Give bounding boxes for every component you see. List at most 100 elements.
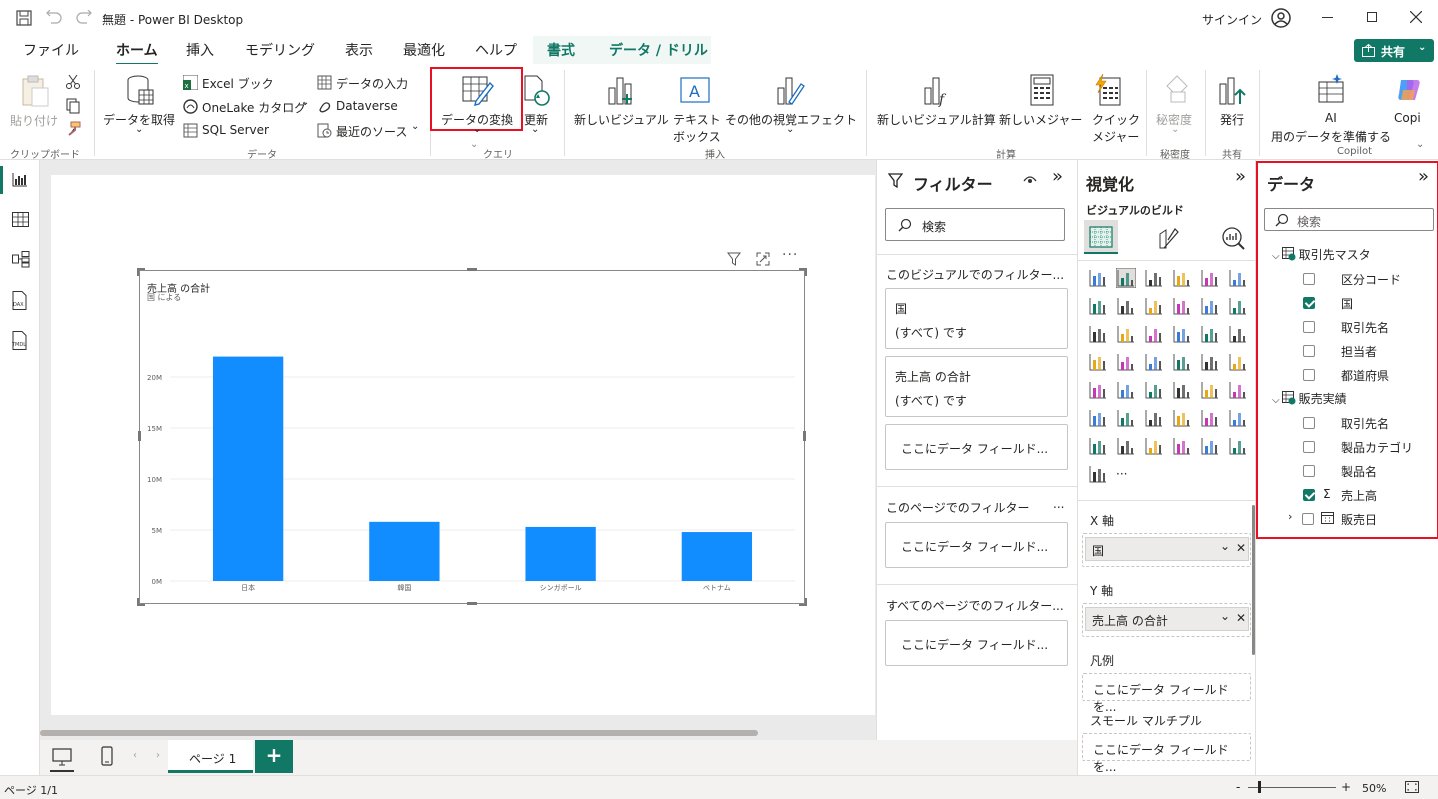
- resize-handle[interactable]: [467, 602, 477, 605]
- excel-workbook-button[interactable]: Excel ブック: [202, 75, 274, 92]
- all-pages-filter-drop-zone[interactable]: ここにデータ フィールド...: [885, 620, 1068, 666]
- visual-type-icon[interactable]: [1172, 268, 1192, 288]
- visual-type-icon[interactable]: [1200, 268, 1220, 288]
- visual-type-icon[interactable]: [1144, 352, 1164, 372]
- fit-to-page-icon[interactable]: [1405, 781, 1419, 793]
- focus-mode-icon[interactable]: [756, 252, 770, 266]
- field-checkbox[interactable]: [1303, 417, 1315, 429]
- cut-icon[interactable]: [65, 74, 81, 90]
- field-item[interactable]: 製品名: [1256, 462, 1436, 482]
- collapse-pane-icon[interactable]: »: [1235, 166, 1246, 187]
- more-visuals-icon[interactable]: ···: [1116, 464, 1136, 484]
- copilot-icon[interactable]: [1395, 76, 1423, 104]
- quick-measure-label-2[interactable]: メジャー: [1092, 128, 1139, 145]
- field-checkbox[interactable]: [1303, 321, 1315, 333]
- visual-type-icon[interactable]: [1088, 408, 1108, 428]
- user-avatar-icon[interactable]: [1271, 8, 1291, 28]
- visual-type-icon[interactable]: [1088, 324, 1108, 344]
- resize-handle[interactable]: [138, 431, 141, 441]
- analytics-icon[interactable]: [1221, 226, 1245, 250]
- table-node[interactable]: ⌵ 販売実績: [1272, 390, 1347, 407]
- share-button[interactable]: 共有 ⌄: [1354, 39, 1434, 62]
- visual-type-icon[interactable]: [1088, 296, 1108, 316]
- visual-type-icon[interactable]: [1144, 436, 1164, 456]
- undo-icon[interactable]: [46, 10, 62, 26]
- field-checkbox[interactable]: [1303, 489, 1315, 501]
- field-item[interactable]: Σ 売上高: [1256, 486, 1436, 506]
- visual-type-icon[interactable]: [1228, 324, 1248, 344]
- chevron-down-icon[interactable]: ⌵: [1272, 251, 1280, 262]
- recent-sources-button[interactable]: 最近のソース: [336, 123, 407, 140]
- visual-type-icon[interactable]: [1116, 408, 1136, 428]
- field-checkbox[interactable]: [1303, 441, 1315, 453]
- field-item[interactable]: 国: [1256, 294, 1436, 314]
- visual-type-icon[interactable]: [1115, 267, 1137, 289]
- zoom-slider[interactable]: [1248, 787, 1336, 788]
- chevron-down-icon[interactable]: ⌄: [1220, 539, 1230, 553]
- format-painter-icon[interactable]: [65, 121, 81, 137]
- zoom-slider-thumb[interactable]: [1258, 781, 1261, 793]
- new-visual-calc-button[interactable]: 新しいビジュアル計算: [877, 111, 996, 128]
- field-checkbox[interactable]: [1303, 297, 1315, 309]
- filters-search-input[interactable]: 検索: [885, 208, 1065, 241]
- table-node[interactable]: ⌵ 取引先マスタ: [1272, 246, 1371, 263]
- field-item[interactable]: 担当者: [1256, 342, 1436, 362]
- close-icon[interactable]: [1410, 11, 1422, 23]
- page-tab[interactable]: ページ 1: [168, 740, 253, 773]
- mobile-layout-icon[interactable]: [101, 746, 113, 766]
- visual-type-icon[interactable]: [1200, 324, 1220, 344]
- visual-type-icon[interactable]: [1116, 296, 1136, 316]
- y-axis-well[interactable]: 売上高 の合計 ⌄ ✕: [1082, 603, 1251, 637]
- y-axis-field-pill[interactable]: 売上高 の合計 ⌄ ✕: [1085, 607, 1249, 631]
- visual-type-icon[interactable]: [1088, 352, 1108, 372]
- tab-data-drill[interactable]: データ / ドリル: [609, 40, 708, 60]
- visual-type-icon[interactable]: [1116, 380, 1136, 400]
- collapse-pane-icon[interactable]: »: [1052, 166, 1063, 187]
- model-view-icon[interactable]: [12, 251, 30, 268]
- resize-handle[interactable]: [137, 268, 145, 276]
- visual-type-icon[interactable]: [1116, 352, 1136, 372]
- prev-page-icon[interactable]: ‹: [133, 750, 137, 761]
- new-visual-button[interactable]: 新しいビジュアル: [574, 111, 669, 128]
- new-visual-icon[interactable]: [606, 74, 636, 108]
- visual-type-icon[interactable]: [1172, 324, 1192, 344]
- visual-type-icon[interactable]: [1144, 324, 1164, 344]
- copy-icon[interactable]: [65, 98, 81, 114]
- field-checkbox[interactable]: [1303, 345, 1315, 357]
- visual-type-icon[interactable]: [1088, 268, 1108, 288]
- eye-icon[interactable]: [1023, 174, 1037, 186]
- visual-type-icon[interactable]: [1200, 296, 1220, 316]
- textbox-label-1[interactable]: テキスト: [673, 111, 721, 128]
- filter-card-sales[interactable]: 売上高 の合計 (すべて) です: [885, 356, 1068, 417]
- refresh-icon[interactable]: [522, 74, 552, 108]
- chevron-down-icon[interactable]: ⌄: [1220, 609, 1230, 623]
- format-visual-icon[interactable]: [1156, 226, 1180, 250]
- visual-type-icon[interactable]: [1228, 436, 1248, 456]
- visual-type-icon[interactable]: [1088, 464, 1108, 484]
- tab-modeling[interactable]: モデリング: [245, 40, 315, 60]
- x-axis-field-pill[interactable]: 国 ⌄ ✕: [1085, 537, 1249, 561]
- add-page-button[interactable]: +: [255, 740, 293, 773]
- dataverse-button[interactable]: Dataverse: [336, 99, 398, 113]
- field-checkbox[interactable]: [1303, 273, 1315, 285]
- visual-type-icon[interactable]: [1172, 436, 1192, 456]
- bar-chart-visual[interactable]: 売上高 の合計 国 による 0M 5M 10M 15M 20M 日本 韓国 シンガポール ベトナ…: [139, 270, 805, 604]
- visual-type-icon[interactable]: [1228, 380, 1248, 400]
- report-view-icon[interactable]: [12, 173, 28, 187]
- field-item[interactable]: 都道府県: [1256, 366, 1436, 386]
- field-item[interactable]: 製品カテゴリ: [1256, 438, 1436, 458]
- filter-card-country[interactable]: 国 (すべて) です: [885, 288, 1068, 349]
- signin-link[interactable]: サインイン: [1202, 11, 1262, 28]
- field-checkbox[interactable]: [1302, 513, 1314, 525]
- zoom-in-button[interactable]: +: [1341, 780, 1351, 794]
- textbox-icon[interactable]: A: [679, 74, 711, 106]
- publish-icon[interactable]: [1217, 74, 1247, 106]
- build-visual-tab[interactable]: [1084, 220, 1118, 254]
- visual-type-icon[interactable]: [1200, 436, 1220, 456]
- data-search-input[interactable]: 検索: [1264, 208, 1434, 231]
- publish-button[interactable]: 発行: [1220, 111, 1244, 128]
- onelake-catalog-button[interactable]: OneLake カタログ: [202, 99, 306, 116]
- save-icon[interactable]: [16, 10, 32, 26]
- resize-handle[interactable]: [799, 268, 807, 276]
- visual-type-icon[interactable]: [1144, 296, 1164, 316]
